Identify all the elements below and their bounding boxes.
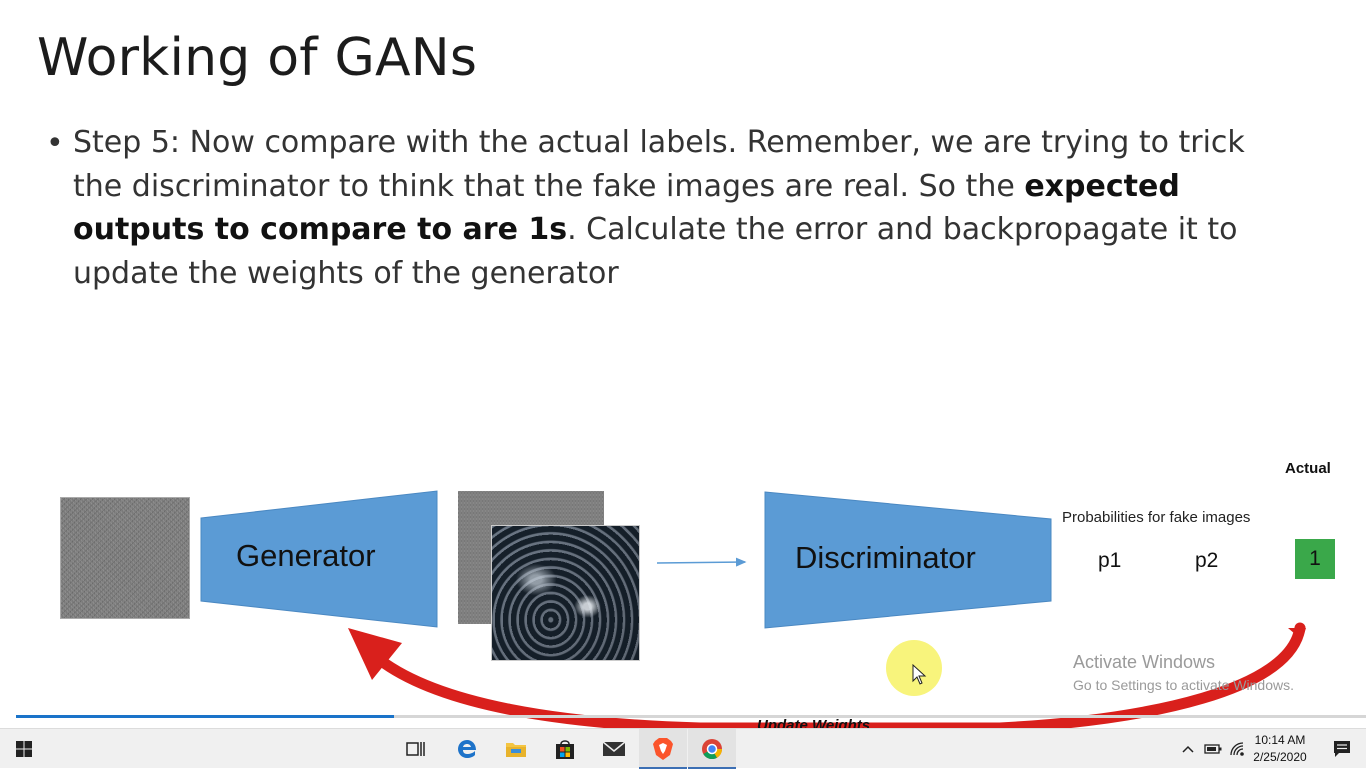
clock-time: 10:14 AM xyxy=(1254,733,1306,747)
chevron-up-icon xyxy=(1182,745,1194,753)
file-explorer-button[interactable] xyxy=(492,729,540,769)
battery-icon xyxy=(1204,744,1222,754)
clock-date: 2/25/2020 xyxy=(1253,750,1307,764)
generator-label: Generator xyxy=(236,538,376,573)
probabilities-label: Probabilities for fake images xyxy=(1062,509,1251,526)
activate-windows-title: Activate Windows xyxy=(1073,652,1216,672)
battery-button[interactable] xyxy=(1201,729,1225,769)
edge-icon xyxy=(458,740,476,758)
actual-label: Actual xyxy=(1285,460,1331,477)
video-progress-fill xyxy=(16,715,394,718)
mail-icon xyxy=(602,741,626,756)
slide: Working of GANs • Step 5: Now compare wi… xyxy=(0,0,1366,728)
activate-windows-subtitle: Go to Settings to activate Windows. xyxy=(1073,677,1294,693)
mouse-cursor-icon xyxy=(912,664,927,685)
mail-button[interactable] xyxy=(590,729,638,769)
taskbar: 10:14 AM 2/25/2020 xyxy=(0,728,1366,769)
file-explorer-icon xyxy=(506,743,526,757)
brave-button[interactable] xyxy=(639,729,687,769)
probability-p1: p1 xyxy=(1098,549,1122,572)
start-button[interactable] xyxy=(0,729,48,769)
update-weights-label: Update Weights xyxy=(757,717,871,728)
gan-diagram xyxy=(200,490,1306,728)
task-view-icon xyxy=(406,742,425,756)
flow-arrow xyxy=(656,557,747,567)
video-progress-bar[interactable] xyxy=(16,715,1366,718)
probability-p2: p2 xyxy=(1195,549,1219,572)
edge-button[interactable] xyxy=(443,729,491,769)
brave-icon xyxy=(653,738,673,760)
windows-start-icon xyxy=(16,741,32,757)
discriminator-label: Discriminator xyxy=(795,540,976,575)
actual-value-box: 1 xyxy=(1295,539,1335,579)
task-view-button[interactable] xyxy=(392,729,440,769)
chrome-icon xyxy=(702,739,723,760)
wifi-icon xyxy=(1230,742,1244,756)
fake-image-marble xyxy=(491,525,640,661)
notification-icon xyxy=(1334,741,1350,757)
noise-input-image xyxy=(60,497,190,619)
store-button[interactable] xyxy=(541,729,589,769)
action-center-button[interactable] xyxy=(1318,729,1366,769)
show-hidden-icons-button[interactable] xyxy=(1176,729,1200,769)
store-icon xyxy=(556,740,574,759)
chrome-button[interactable] xyxy=(688,729,736,769)
clock[interactable]: 10:14 AM 2/25/2020 xyxy=(1246,732,1314,766)
